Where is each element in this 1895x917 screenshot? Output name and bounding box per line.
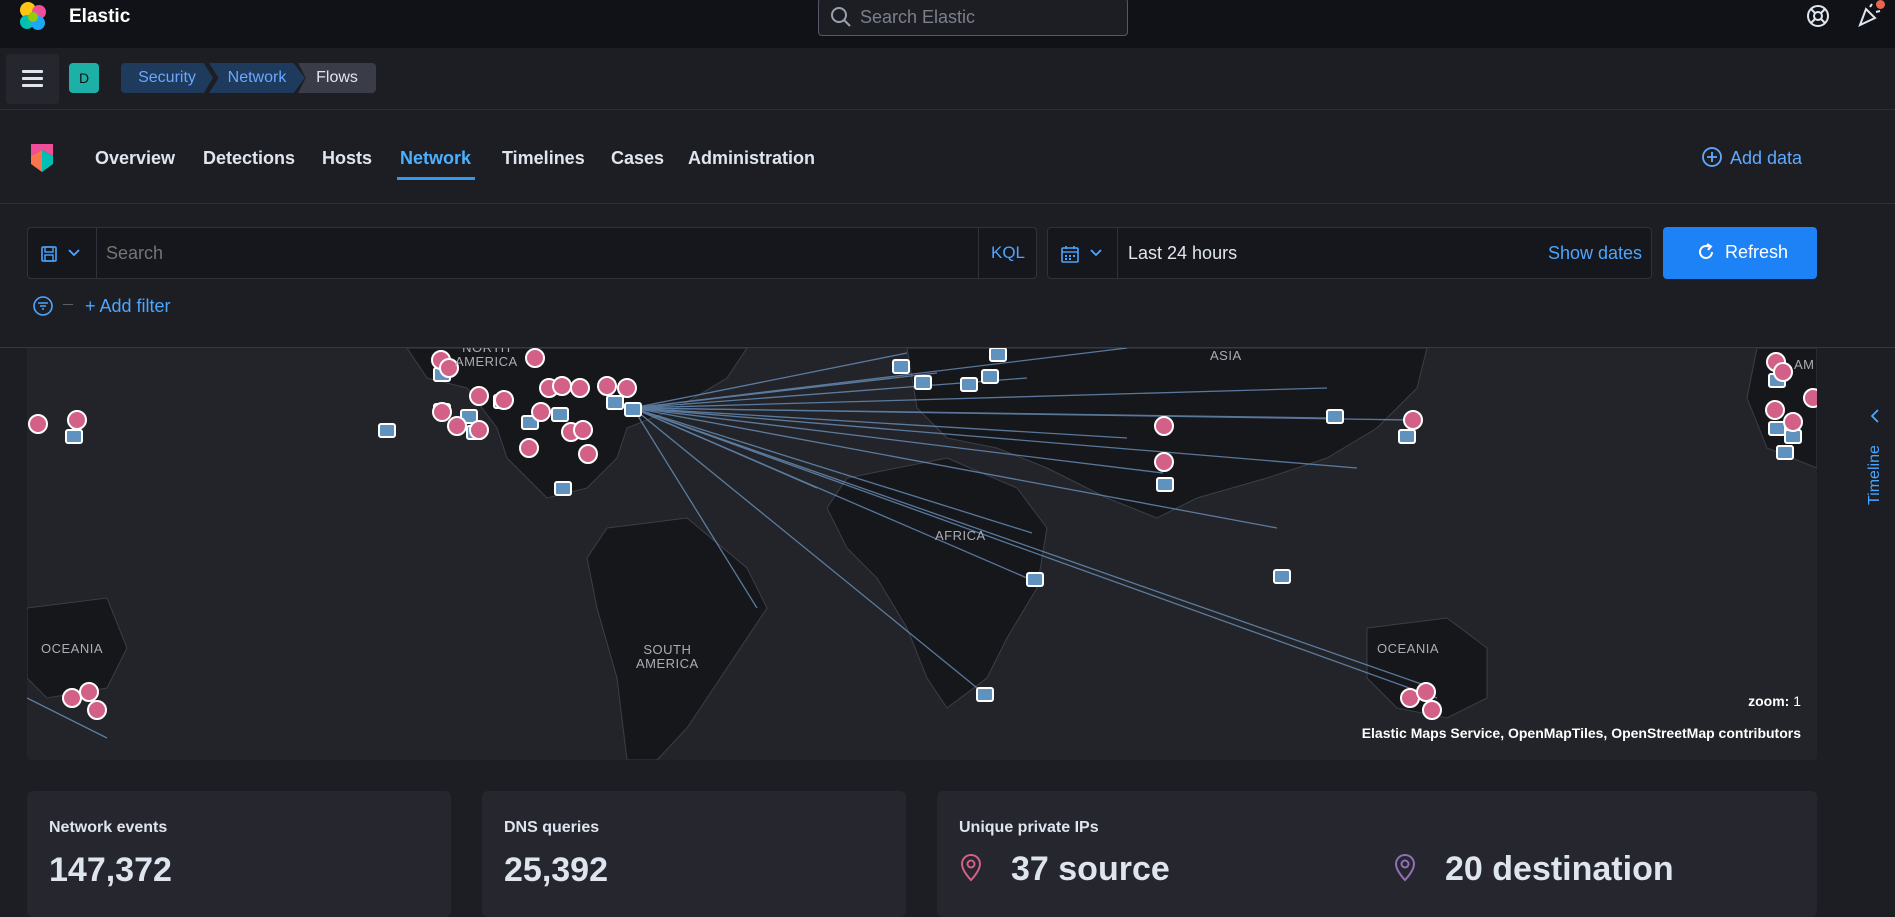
- map-label-oceania-left: OCEANIA: [41, 641, 104, 656]
- map-marker-source-icon: [960, 853, 982, 882]
- menu-icon-bar: [22, 77, 43, 80]
- breadcrumb-security[interactable]: Security: [121, 63, 213, 93]
- elastic-logo-icon[interactable]: [16, 0, 50, 34]
- map-label-asia: ASIA: [1210, 348, 1242, 363]
- landmass-shapes: [27, 348, 1817, 760]
- security-logo-icon[interactable]: [29, 142, 55, 174]
- tab-detections[interactable]: Detections: [203, 148, 295, 169]
- space-avatar[interactable]: D: [69, 63, 99, 93]
- chevron-left-icon: [1870, 409, 1879, 423]
- network-events-card: Network events 147,372: [27, 791, 451, 917]
- map-label-am-partial: AM: [1794, 357, 1815, 372]
- plus-in-circle-icon: [1702, 147, 1722, 167]
- tab-network[interactable]: Network: [400, 148, 471, 169]
- add-data-button[interactable]: Add data: [1700, 146, 1810, 172]
- network-flow-map[interactable]: NORTH AMERICA ASIA AFRICA SOUTH AMERICA …: [27, 348, 1817, 760]
- network-events-label: Network events: [49, 819, 168, 836]
- refresh-button[interactable]: Refresh: [1663, 227, 1817, 279]
- map-label-text: SOUTH AMERICA: [636, 642, 699, 671]
- timeline-label[interactable]: Timeline: [1866, 445, 1884, 505]
- add-data-label: Add data: [1730, 148, 1803, 168]
- dns-queries-value: 25,392: [504, 851, 608, 889]
- chevron-down-icon: [1090, 249, 1102, 257]
- active-tab-indicator: [397, 177, 475, 180]
- refresh-icon: [1699, 243, 1713, 259]
- query-bar: KQL Last 24 hours Show dates: [0, 204, 1895, 348]
- breadcrumb-flows: Flows: [298, 63, 376, 93]
- tab-timelines[interactable]: Timelines: [502, 148, 585, 169]
- add-filter-button[interactable]: + Add filter: [85, 296, 171, 317]
- refresh-label: Refresh: [1725, 242, 1789, 262]
- quick-date-menu-button[interactable]: [1048, 228, 1118, 278]
- global-search-placeholder: Search Elastic: [860, 7, 976, 27]
- brand-name[interactable]: Elastic: [69, 6, 130, 28]
- dns-queries-label: DNS queries: [504, 819, 600, 836]
- saved-query-button[interactable]: [28, 228, 97, 278]
- filter-menu-icon[interactable]: [32, 295, 54, 317]
- destination-ip-count: 20 destination: [1445, 850, 1674, 888]
- global-search-input[interactable]: Search Elastic: [818, 0, 1128, 36]
- show-dates-button[interactable]: Show dates: [1548, 243, 1642, 264]
- search-icon: [831, 7, 851, 27]
- dns-queries-card: DNS queries 25,392: [482, 791, 906, 917]
- help-icon[interactable]: [1806, 4, 1830, 28]
- tab-cases[interactable]: Cases: [611, 148, 664, 169]
- save-icon: [41, 246, 57, 262]
- query-input-group: KQL: [27, 227, 1037, 279]
- top-header: Elastic Search Elastic: [0, 0, 1895, 48]
- chevron-down-icon: [68, 249, 80, 257]
- unique-private-ips-label: Unique private IPs: [959, 819, 1099, 836]
- unique-private-ips-card: Unique private IPs 37 source 20 destinat…: [937, 791, 1817, 917]
- date-range-text[interactable]: Last 24 hours: [1128, 243, 1237, 264]
- map-label-north-america: NORTH AMERICA: [455, 348, 518, 369]
- date-picker: Last 24 hours Show dates: [1047, 227, 1652, 279]
- map-attribution[interactable]: Elastic Maps Service, OpenMapTiles, Open…: [1362, 725, 1801, 741]
- tab-hosts[interactable]: Hosts: [322, 148, 372, 169]
- map-zoom-readout: zoom: 1: [1748, 693, 1801, 709]
- source-ip-count: 37 source: [1011, 850, 1170, 888]
- menu-icon-bar: [22, 70, 43, 73]
- breadcrumb-network[interactable]: Network: [209, 63, 305, 93]
- map-label-oceania-right: OCEANIA: [1377, 641, 1440, 656]
- tab-administration[interactable]: Administration: [688, 148, 815, 169]
- world-map-canvas: [27, 348, 1817, 760]
- security-app-nav: Overview Detections Hosts Network Timeli…: [0, 110, 1895, 204]
- menu-toggle-button[interactable]: [6, 54, 59, 104]
- menu-icon-bar: [22, 84, 43, 87]
- query-search-input[interactable]: [98, 228, 976, 278]
- newsfeed-badge: [1876, 0, 1885, 9]
- filter-divider: [63, 304, 73, 305]
- calendar-icon: [1061, 246, 1079, 263]
- map-label-africa: AFRICA: [935, 528, 986, 543]
- network-events-value: 147,372: [49, 851, 172, 889]
- map-label-south-america: SOUTH AMERICA: [636, 643, 699, 671]
- tab-overview[interactable]: Overview: [95, 148, 175, 169]
- zoom-value: 1: [1793, 693, 1801, 709]
- zoom-label: zoom:: [1748, 693, 1790, 709]
- map-marker-destination-icon: [1394, 853, 1416, 882]
- map-label-text: NORTH AMERICA: [455, 348, 518, 369]
- query-language-button[interactable]: KQL: [978, 228, 1037, 278]
